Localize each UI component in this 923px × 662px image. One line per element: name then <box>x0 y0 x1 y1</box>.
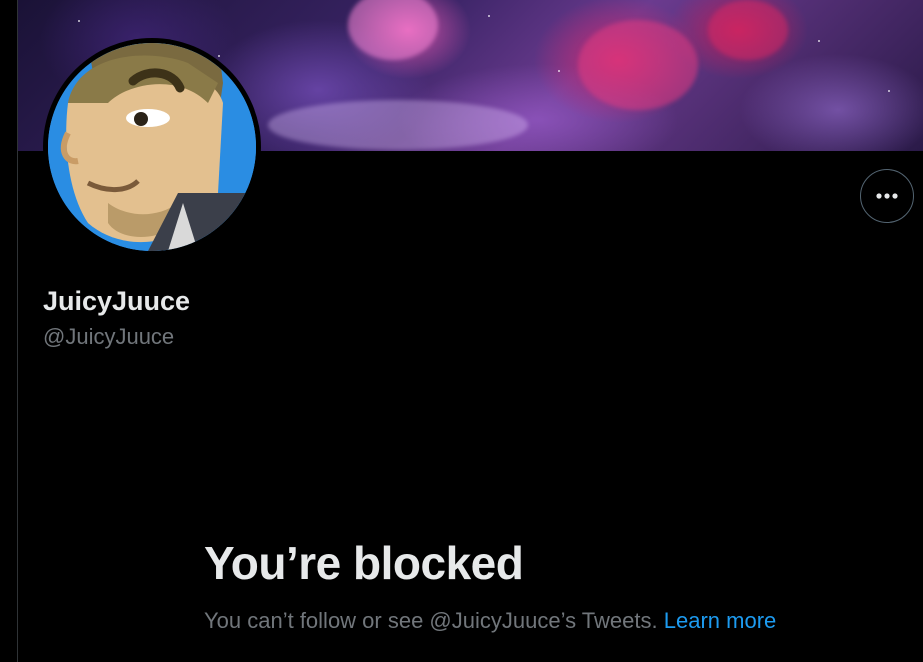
learn-more-link[interactable]: Learn more <box>664 608 777 633</box>
star <box>888 90 890 92</box>
blocked-title: You’re blocked <box>204 537 524 589</box>
nebula-cloud <box>578 20 698 110</box>
left-column-border <box>0 0 18 662</box>
star <box>218 55 220 57</box>
nebula-cloud <box>348 0 438 60</box>
profile-handle: @JuicyJuuce <box>43 324 175 349</box>
profile-avatar[interactable] <box>43 38 261 256</box>
star <box>818 40 820 42</box>
nebula-cloud <box>268 100 528 150</box>
avatar-image <box>48 43 256 251</box>
star <box>488 15 490 17</box>
nebula-cloud <box>708 0 788 60</box>
avatar-face-icon <box>48 43 256 251</box>
profile-display-name: JuicyJuuce <box>43 286 191 316</box>
more-horizontal-icon <box>876 193 898 199</box>
star <box>78 20 80 22</box>
more-options-button[interactable] <box>860 169 914 223</box>
blocked-message: You can’t follow or see @JuicyJuuce’s Tw… <box>204 605 784 636</box>
blocked-message-text: You can’t follow or see @JuicyJuuce’s Tw… <box>204 608 658 633</box>
star <box>558 70 560 72</box>
